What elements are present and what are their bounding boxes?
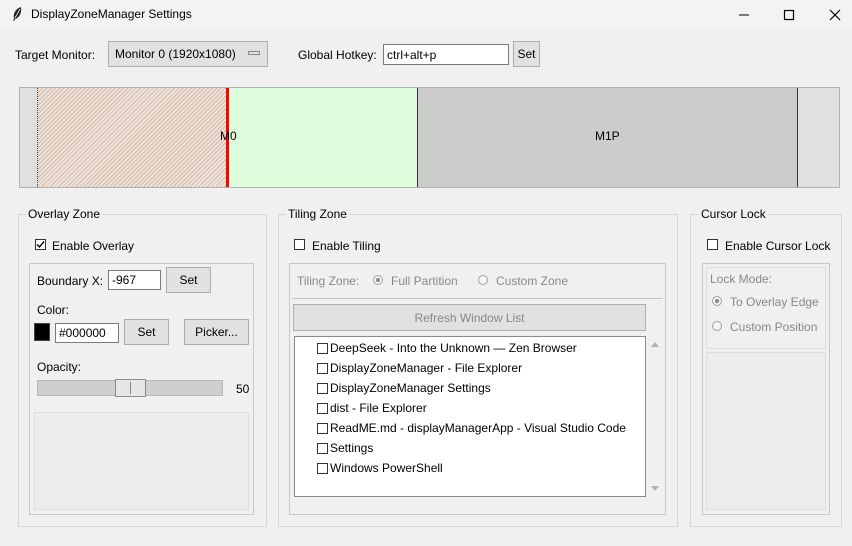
monitor-select[interactable]: Monitor 0 (1920x1080): [108, 41, 268, 67]
boundary-x-value: -967: [112, 273, 137, 287]
scroll-down-icon[interactable]: [650, 485, 660, 492]
window-list-item[interactable]: dist - File Explorer: [317, 400, 427, 416]
window-title: DisplayZoneManager Settings: [31, 7, 192, 21]
window-list-scrollbar[interactable]: [647, 336, 663, 497]
scroll-up-icon[interactable]: [650, 341, 660, 348]
custom-position-radio[interactable]: [712, 321, 722, 331]
to-overlay-edge-label: To Overlay Edge: [730, 295, 819, 309]
custom-zone-label: Custom Zone: [496, 274, 569, 288]
hotkey-input[interactable]: ctrl+alt+p: [383, 44, 509, 65]
minimize-icon: [739, 14, 749, 16]
enable-cursor-lock-label: Enable Cursor Lock: [725, 239, 831, 253]
slider-grip-icon: [130, 382, 131, 394]
radio-selected-icon: [715, 299, 719, 303]
monitor-select-value: Monitor 0 (1920x1080): [115, 47, 236, 61]
window-item-label: Settings: [330, 441, 374, 455]
maximize-icon: [783, 9, 795, 21]
enable-tiling-checkbox[interactable]: [294, 239, 305, 250]
window-item-checkbox[interactable]: [317, 342, 328, 354]
window-list-item[interactable]: DeepSeek - Into the Unknown — Zen Browse…: [317, 340, 577, 356]
full-partition-radio[interactable]: [373, 275, 383, 285]
window-item-label: DisplayZoneManager Settings: [330, 381, 491, 395]
tiling-zone-title: Tiling Zone: [286, 207, 349, 221]
opacity-slider-handle[interactable]: [115, 379, 146, 397]
window-item-label: ReadME.md - displayManagerApp - Visual S…: [330, 421, 626, 435]
window-item-label: DeepSeek - Into the Unknown — Zen Browse…: [330, 341, 577, 355]
dropdown-indicator-icon: [248, 51, 260, 55]
color-input[interactable]: #000000: [55, 323, 119, 343]
full-partition-label: Full Partition: [391, 274, 458, 288]
hotkey-set-button[interactable]: Set: [513, 41, 540, 67]
minimize-button[interactable]: [721, 0, 767, 30]
monitor-0-free-area: [229, 88, 418, 187]
window-list-item[interactable]: DisplayZoneManager - File Explorer: [317, 360, 522, 376]
window-item-checkbox[interactable]: [317, 462, 328, 474]
window-item-checkbox[interactable]: [317, 442, 328, 454]
close-icon: [829, 9, 841, 21]
target-monitor-label: Target Monitor:: [15, 48, 96, 62]
window-list-item[interactable]: Windows PowerShell: [317, 460, 443, 476]
window-item-label: Windows PowerShell: [330, 461, 443, 475]
enable-cursor-lock-checkbox[interactable]: [707, 239, 718, 250]
overlay-empty-area: [34, 412, 249, 510]
enable-overlay-checkbox[interactable]: [35, 239, 46, 250]
lock-mode-label: Lock Mode:: [710, 272, 773, 286]
boundary-x-label: Boundary X:: [37, 274, 104, 288]
refresh-window-list-button[interactable]: Refresh Window List: [293, 304, 646, 331]
maximize-button[interactable]: [766, 0, 812, 30]
tiling-separator: [292, 298, 663, 299]
window-list-item[interactable]: DisplayZoneManager Settings: [317, 380, 491, 396]
boundary-x-input[interactable]: -967: [108, 270, 161, 290]
window-item-label: DisplayZoneManager - File Explorer: [330, 361, 523, 375]
radio-selected-icon: [376, 278, 380, 282]
enable-overlay-label: Enable Overlay: [52, 239, 135, 253]
enable-tiling-label: Enable Tiling: [312, 239, 381, 253]
canvas-left-margin: [20, 88, 37, 187]
tiling-zone-label: Tiling Zone:: [297, 274, 360, 288]
check-icon: [36, 241, 45, 249]
window-item-checkbox[interactable]: [317, 362, 328, 374]
overlay-zone-title: Overlay Zone: [26, 207, 103, 221]
custom-position-label: Custom Position: [730, 320, 818, 334]
cursor-empty-area: [706, 352, 826, 510]
hotkey-input-value: ctrl+alt+p: [387, 47, 437, 62]
monitor-1-area: M1P: [417, 88, 798, 187]
custom-zone-radio[interactable]: [478, 275, 488, 285]
feather-icon: [13, 7, 22, 21]
color-swatch: [34, 323, 50, 341]
global-hotkey-label: Global Hotkey:: [298, 48, 377, 62]
window-item-checkbox[interactable]: [317, 382, 328, 394]
window-list-item[interactable]: Settings: [317, 440, 373, 456]
window-list[interactable]: DeepSeek - Into the Unknown — Zen Browse…: [294, 336, 646, 497]
opacity-label: Opacity:: [37, 360, 82, 374]
to-overlay-edge-radio[interactable]: [712, 296, 722, 306]
monitor-0-label: M0: [220, 129, 237, 143]
window-item-checkbox[interactable]: [317, 422, 328, 434]
color-set-button[interactable]: Set: [124, 319, 169, 345]
window-item-checkbox[interactable]: [317, 402, 328, 414]
color-picker-button[interactable]: Picker...: [184, 319, 249, 345]
monitor-1-label: M1P: [595, 129, 620, 143]
window-item-label: dist - File Explorer: [330, 401, 427, 415]
close-button[interactable]: [812, 0, 852, 30]
title-bar: DisplayZoneManager Settings: [0, 0, 852, 30]
opacity-value: 50: [236, 382, 250, 396]
monitor-layout-canvas[interactable]: M0 M1P: [19, 87, 840, 188]
cursor-lock-title: Cursor Lock: [699, 207, 768, 221]
overlay-zone-area: [38, 88, 226, 187]
color-label: Color:: [37, 303, 70, 317]
boundary-set-button[interactable]: Set: [166, 267, 211, 293]
color-input-value: #000000: [59, 326, 106, 340]
window-list-item[interactable]: ReadME.md - displayManagerApp - Visual S…: [317, 420, 626, 436]
